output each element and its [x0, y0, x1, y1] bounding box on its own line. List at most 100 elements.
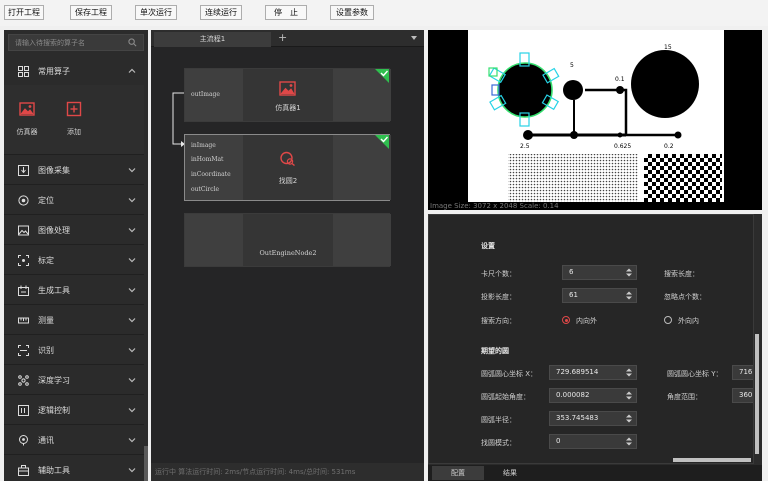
- tool-add[interactable]: 添加: [59, 101, 89, 137]
- category-deep-learning[interactable]: 深度学习: [4, 365, 144, 395]
- pin-in-image[interactable]: inImage: [191, 142, 216, 149]
- category-locate[interactable]: 定位: [4, 185, 144, 215]
- horizontal-scrollbar-thumb[interactable]: [673, 458, 751, 462]
- image-label: 0.1: [615, 76, 625, 83]
- image-icon: [19, 102, 35, 116]
- caliper-count-label: 卡尺个数：: [481, 270, 516, 278]
- center-y-spinbox[interactable]: 716.: [732, 365, 753, 380]
- mode-spinbox[interactable]: 0: [549, 434, 637, 449]
- category-common[interactable]: 常用算子: [4, 56, 144, 86]
- settings-panel: 设置 卡尺个数： 6 搜索长度： 投影长度： 61 忽略点个数： 搜索方向： 内…: [428, 214, 762, 481]
- spin-arrows-icon[interactable]: [626, 268, 632, 277]
- flow-node-simulator[interactable]: outImage 仿真器1: [184, 68, 391, 122]
- chevron-down-icon[interactable]: [128, 166, 136, 174]
- spinbox-value: 6: [569, 268, 574, 276]
- image-label: 1: [680, 104, 684, 111]
- open-project-button[interactable]: 打开工程: [4, 5, 44, 20]
- flow-node-out-engine[interactable]: OutEngineNode2: [184, 213, 391, 267]
- stop-button[interactable]: 停 止: [265, 5, 307, 20]
- image-viewer[interactable]: 5 15 0.1 2.5 0.625 0.2 1 Image Size: 307…: [428, 30, 762, 210]
- chevron-down-icon[interactable]: [128, 466, 136, 474]
- pin-out-image[interactable]: outImage: [191, 91, 220, 98]
- tool-simulator[interactable]: 仿真器: [12, 101, 42, 137]
- category-label: 生成工具: [38, 286, 70, 295]
- node-output: [333, 214, 391, 266]
- node-title: OutEngineNode2: [259, 249, 317, 257]
- radius-spinbox[interactable]: 353.745483: [549, 411, 637, 426]
- calibrate-icon: [18, 255, 29, 266]
- spin-arrows-icon[interactable]: [626, 437, 632, 446]
- category-acquisition[interactable]: 图像采集: [4, 155, 144, 185]
- spin-arrows-icon[interactable]: [626, 391, 632, 400]
- spinbox-value: 61: [569, 291, 578, 299]
- operator-search[interactable]: 请输入待搜索的算子名: [8, 34, 144, 51]
- run-loop-button[interactable]: 连续运行: [200, 5, 242, 20]
- caliper-count-spinbox[interactable]: 6: [562, 265, 637, 280]
- category-recognize[interactable]: 识别: [4, 335, 144, 365]
- flow-editor: 主流程1 + outImage 仿真器1 inImage inHomMat in…: [151, 30, 424, 481]
- image-label: 15: [664, 44, 672, 51]
- search-direction-label: 搜索方向：: [481, 317, 516, 325]
- tab-config[interactable]: 配置: [432, 466, 484, 480]
- chevron-down-icon[interactable]: [128, 346, 136, 354]
- pin-in-coordinate[interactable]: inCoordinate: [191, 171, 231, 178]
- radio-inward-label[interactable]: 内向外: [576, 316, 597, 326]
- chevron-down-icon[interactable]: [128, 256, 136, 264]
- category-measure[interactable]: 测量: [4, 305, 144, 335]
- category-calibrate[interactable]: 标定: [4, 245, 144, 275]
- category-label: 标定: [38, 256, 54, 265]
- search-icon[interactable]: [128, 38, 137, 47]
- chevron-down-icon[interactable]: [128, 406, 136, 414]
- pin-in-hom-mat[interactable]: inHomMat: [191, 156, 223, 163]
- pin-out-circle[interactable]: outCircle: [191, 186, 219, 193]
- image-icon: [18, 225, 29, 236]
- tab-result[interactable]: 结果: [484, 466, 536, 480]
- start-angle-spinbox[interactable]: 0.000082: [549, 388, 637, 403]
- node-body: 找圆2: [243, 135, 333, 200]
- center-y-label: 圆弧圆心坐标 Y：: [667, 370, 723, 378]
- settings-button[interactable]: 设置参数: [330, 5, 374, 20]
- category-label: 图像采集: [38, 166, 70, 175]
- radio-outward[interactable]: [664, 316, 672, 324]
- category-aux-tools[interactable]: 辅助工具: [4, 455, 144, 481]
- angle-range-spinbox[interactable]: 360.: [732, 388, 753, 403]
- add-icon: [66, 101, 82, 117]
- radio-outward-label[interactable]: 外向内: [678, 316, 699, 326]
- spin-arrows-icon[interactable]: [626, 291, 632, 300]
- chevron-down-icon[interactable]: [128, 316, 136, 324]
- category-label: 测量: [38, 316, 54, 325]
- chevron-down-icon[interactable]: [128, 376, 136, 384]
- radius-label: 圆弧半径：: [481, 416, 516, 424]
- radio-inward[interactable]: [562, 316, 570, 324]
- scrollbar-thumb[interactable]: [755, 334, 759, 454]
- comm-icon: [19, 435, 28, 446]
- category-logic[interactable]: 逻辑控制: [4, 395, 144, 425]
- chevron-down-icon[interactable]: [128, 436, 136, 444]
- checkerboard: [644, 154, 722, 202]
- chevron-up-icon[interactable]: [128, 67, 136, 75]
- category-label: 深度学习: [38, 376, 70, 385]
- mode-label: 找圆模式：: [481, 439, 516, 447]
- category-label: 辅助工具: [38, 466, 70, 475]
- success-check-icon: [375, 135, 389, 149]
- category-label: 定位: [38, 196, 54, 205]
- spin-arrows-icon[interactable]: [626, 414, 632, 423]
- category-image-processing[interactable]: 图像处理: [4, 215, 144, 245]
- projection-length-spinbox[interactable]: 61: [562, 288, 637, 303]
- scrollbar-thumb[interactable]: [144, 446, 148, 481]
- chevron-down-icon[interactable]: [128, 286, 136, 294]
- search-input[interactable]: 请输入待搜索的算子名: [15, 38, 85, 48]
- vertical-scrollbar[interactable]: [754, 214, 760, 464]
- ruler-icon: [18, 317, 29, 324]
- chevron-down-icon[interactable]: [128, 226, 136, 234]
- spin-arrows-icon[interactable]: [626, 368, 632, 377]
- operator-scrollbar[interactable]: [144, 60, 148, 481]
- chevron-down-icon[interactable]: [128, 196, 136, 204]
- center-x-spinbox[interactable]: 729.689514: [549, 365, 637, 380]
- category-build-tools[interactable]: 生成工具: [4, 275, 144, 305]
- category-communication[interactable]: 通讯: [4, 425, 144, 455]
- flow-node-find-circle[interactable]: inImage inHomMat inCoordinate outCircle …: [184, 134, 391, 201]
- run-once-button[interactable]: 单次运行: [135, 5, 177, 20]
- node-body: 仿真器1: [243, 69, 333, 121]
- save-project-button[interactable]: 保存工程: [70, 5, 112, 20]
